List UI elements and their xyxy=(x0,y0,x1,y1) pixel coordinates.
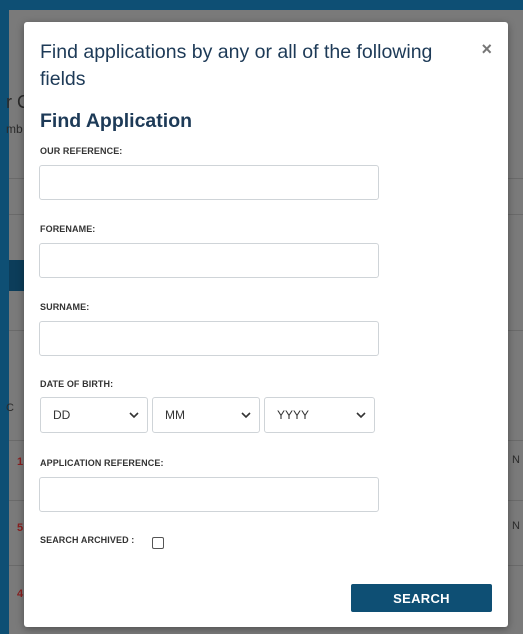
dob-day-select[interactable]: DD xyxy=(40,397,148,433)
our-reference-label: OUR REFERENCE: xyxy=(40,146,123,156)
background-row-number: 5 xyxy=(17,522,24,534)
dob-month-select[interactable]: MM xyxy=(152,397,260,433)
dob-year-value: YYYY xyxy=(277,408,310,422)
close-icon[interactable]: × xyxy=(481,40,492,58)
application-reference-label: APPLICATION REFERENCE: xyxy=(40,458,164,468)
dob-year-select[interactable]: YYYY xyxy=(264,397,375,433)
modal-title: Find applications by any or all of the f… xyxy=(40,41,433,90)
section-title: Find Application xyxy=(40,110,193,132)
background-subtext-fragment: mb xyxy=(6,122,23,136)
search-archived-label: SEARCH ARCHIVED : xyxy=(40,535,135,545)
background-column-fragment: C xyxy=(6,402,14,414)
application-reference-input[interactable] xyxy=(39,477,379,512)
background-row-number: 4 xyxy=(17,588,24,600)
background-row-number: 1 xyxy=(17,456,24,468)
our-reference-input[interactable] xyxy=(39,165,379,200)
forename-input[interactable] xyxy=(39,243,379,278)
dob-day-value: DD xyxy=(53,408,71,422)
chevron-down-icon xyxy=(241,398,251,445)
surname-label: SURNAME: xyxy=(40,302,90,312)
search-button[interactable]: SEARCH xyxy=(351,584,492,612)
chevron-down-icon xyxy=(356,398,366,445)
find-application-modal: Find applications by any or all of the f… xyxy=(24,22,508,627)
search-archived-checkbox[interactable] xyxy=(152,537,164,549)
forename-label: FORENAME: xyxy=(40,224,96,234)
background-top-bar xyxy=(0,0,523,10)
background-cell-fragment: N xyxy=(512,520,520,532)
date-of-birth-label: DATE OF BIRTH: xyxy=(40,379,114,389)
chevron-down-icon xyxy=(129,398,139,445)
surname-input[interactable] xyxy=(39,321,379,356)
dob-month-value: MM xyxy=(165,408,185,422)
background-cell-fragment: N xyxy=(512,454,520,466)
